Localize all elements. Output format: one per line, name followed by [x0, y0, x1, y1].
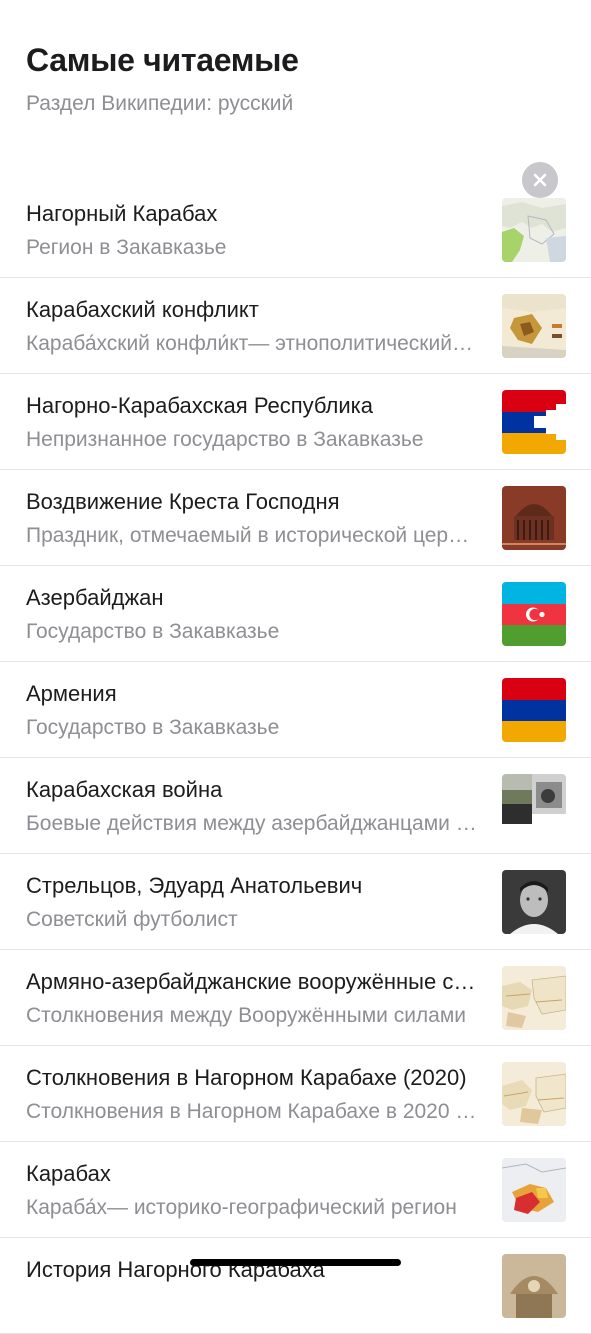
list-item[interactable]: Армяно-азербайджанские вооружённые столк…: [0, 950, 591, 1046]
article-title: Азербайджан: [26, 585, 164, 610]
page-subtitle: Раздел Википедии: русский: [26, 92, 294, 115]
list-item[interactable]: Стрельцов, Эдуард Анатольевич Советский …: [0, 854, 591, 950]
article-title: Нагорно-Карабахская Республика: [26, 393, 374, 418]
article-description: Караба́хский конфли́кт— этнополитический…: [26, 332, 478, 355]
article-description: Столкновения в Нагорном Карабахе в 2020 …: [26, 1100, 478, 1123]
article-thumbnail: [502, 1254, 566, 1318]
list-item[interactable]: Карабахский конфликт Караба́хский конфли…: [0, 278, 591, 374]
article-thumbnail: [502, 966, 566, 1030]
article-title: Карабах: [26, 1161, 111, 1186]
list-item[interactable]: История Нагорного Карабаха: [0, 1238, 591, 1334]
article-thumbnail: [502, 1158, 566, 1222]
article-description: Праздник, отмечаемый в исторической церк…: [26, 524, 478, 547]
list-item[interactable]: Нагорно-Карабахская Республика Непризнан…: [0, 374, 591, 470]
article-description: Государство в Закавказье: [26, 716, 280, 739]
article-thumbnail: [502, 294, 566, 358]
article-description: Караба́х— историко-географический регион: [26, 1196, 457, 1219]
article-description: Государство в Закавказье: [26, 620, 280, 643]
home-indicator[interactable]: [190, 1259, 401, 1266]
article-title: Армения: [26, 681, 117, 706]
list-item[interactable]: Нагорный Карабах Регион в Закавказье: [0, 182, 591, 278]
list-item[interactable]: Столкновения в Нагорном Карабахе (2020) …: [0, 1046, 591, 1142]
header: Самые читаемые Раздел Википедии: русский: [26, 40, 565, 117]
article-thumbnail: [502, 1062, 566, 1126]
article-title: Карабахская война: [26, 777, 223, 802]
list-item[interactable]: Азербайджан Государство в Закавказье: [0, 566, 591, 662]
article-description: Советский футболист: [26, 908, 238, 931]
article-title: Армяно-азербайджанские вооружённые столк…: [26, 969, 478, 994]
article-description: Непризнанное государство в Закавказье: [26, 428, 424, 451]
article-thumbnail: [502, 678, 566, 742]
list-item[interactable]: Армения Государство в Закавказье: [0, 662, 591, 758]
article-thumbnail: [502, 486, 566, 550]
list-item[interactable]: Карабахская война Боевые действия между …: [0, 758, 591, 854]
article-title: Стрельцов, Эдуард Анатольевич: [26, 873, 363, 898]
article-title: Воздвижение Креста Господня: [26, 489, 340, 514]
article-description: Регион в Закавказье: [26, 236, 227, 259]
article-list: Нагорный Карабах Регион в Закавказье Кар…: [0, 182, 591, 1334]
article-thumbnail: [502, 390, 566, 454]
article-thumbnail: [502, 198, 566, 262]
page-title: Самые читаемые: [26, 42, 299, 78]
list-item[interactable]: Воздвижение Креста Господня Праздник, от…: [0, 470, 591, 566]
list-item[interactable]: Карабах Караба́х— историко-географически…: [0, 1142, 591, 1238]
article-title: Карабахский конфликт: [26, 297, 259, 322]
article-title: Столкновения в Нагорном Карабахе (2020): [26, 1065, 467, 1090]
article-description: Столкновения между Вооружёнными силами: [26, 1004, 467, 1027]
article-description: Боевые действия между азербайджанцами и …: [26, 812, 478, 835]
article-thumbnail: [502, 582, 566, 646]
article-title: Нагорный Карабах: [26, 201, 218, 226]
article-thumbnail: [502, 870, 566, 934]
article-thumbnail: [502, 774, 566, 838]
